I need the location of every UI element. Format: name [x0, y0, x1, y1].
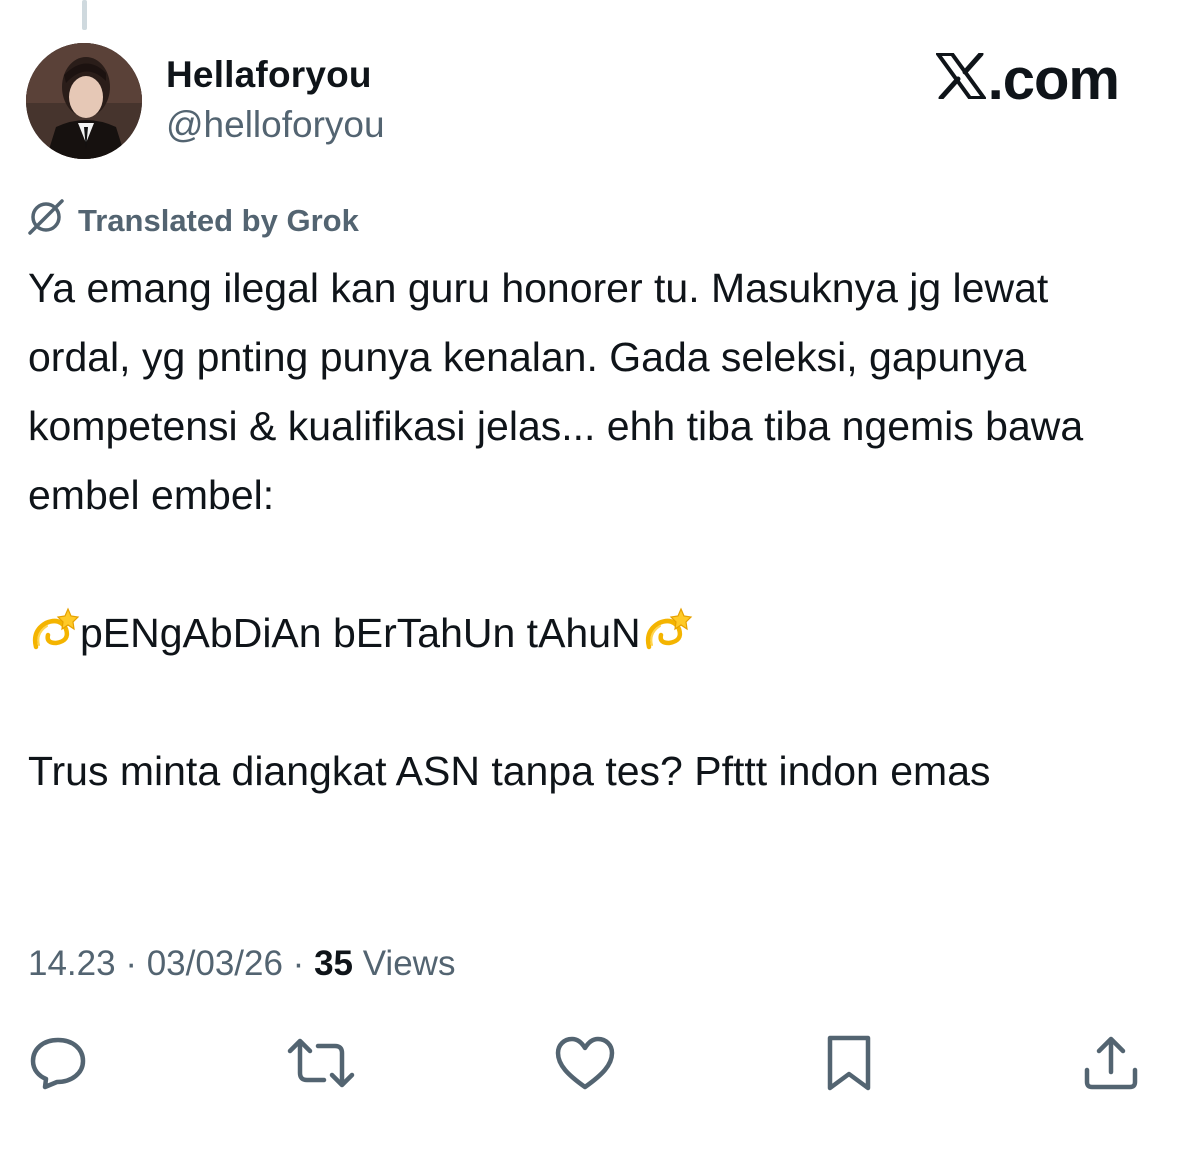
- views-label: Views: [353, 944, 456, 983]
- tweet-paragraph-2: pENgAbDiAn bErTahUn tAhuN: [28, 599, 1148, 668]
- repost-icon: [286, 1035, 356, 1096]
- author-handle[interactable]: @helloforyou: [166, 104, 385, 146]
- emphasis-text: pENgAbDiAn bErTahUn tAhuN: [80, 610, 641, 656]
- tweet-date[interactable]: 03/03/26: [147, 944, 283, 983]
- repost-button[interactable]: [286, 1030, 356, 1100]
- tweet-action-bar: [0, 1030, 1179, 1100]
- tweet-paragraph-3: Trus minta diangkat ASN tanpa tes? Pfttt…: [28, 748, 991, 794]
- bookmark-button[interactable]: [814, 1030, 884, 1100]
- tweet-time[interactable]: 14.23: [28, 944, 116, 983]
- translation-indicator[interactable]: Translated by Grok: [26, 197, 359, 245]
- like-icon: [554, 1035, 616, 1096]
- translation-label: Translated by Grok: [78, 203, 359, 238]
- tweet-meta: 14.23 · 03/03/26 · 35 Views: [28, 944, 455, 984]
- meta-separator: ·: [115, 944, 147, 983]
- brand-domain-suffix: .com: [987, 47, 1120, 112]
- dizzy-emoji-icon: [28, 605, 80, 657]
- tweet-paragraph-1: Ya emang ilegal kan guru honorer tu. Mas…: [28, 265, 1084, 518]
- avatar[interactable]: [26, 43, 142, 159]
- bookmark-icon: [824, 1034, 874, 1097]
- x-logo-icon: [935, 46, 986, 113]
- author-display-name[interactable]: Hellaforyou: [166, 54, 372, 96]
- reply-button[interactable]: [23, 1030, 93, 1100]
- meta-separator: ·: [282, 944, 315, 983]
- share-icon: [1082, 1034, 1140, 1097]
- thread-connector-line: [82, 0, 87, 30]
- dizzy-emoji-icon: [641, 605, 693, 657]
- brand-watermark: .com: [935, 46, 1120, 113]
- reply-icon: [28, 1035, 88, 1096]
- share-button[interactable]: [1076, 1030, 1146, 1100]
- grok-icon: [26, 197, 66, 245]
- views-count: 35: [314, 944, 353, 983]
- tweet-text: Ya emang ilegal kan guru honorer tu. Mas…: [28, 254, 1148, 806]
- like-button[interactable]: [550, 1030, 620, 1100]
